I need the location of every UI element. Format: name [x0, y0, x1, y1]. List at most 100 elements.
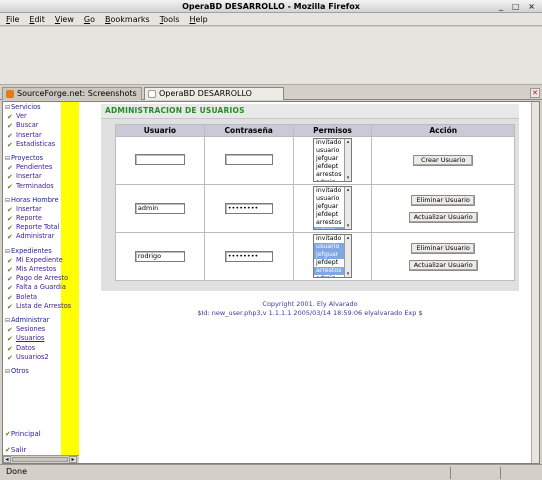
table-cell: invitadousuariojefguarjefdeptarrestosadm… [293, 137, 372, 184]
sidebar-group-5[interactable]: ⊟Otros [5, 367, 61, 376]
scroll-left-icon[interactable]: ◂ [3, 456, 11, 463]
column-header-usuario: Usuario [116, 125, 204, 136]
sidebar-item[interactable]: ✔ Ver [5, 112, 61, 121]
page-content: ⊟Servicios ✔ Ver ✔ Buscar ✔ Insertar ✔ Estadísti… [2, 101, 540, 464]
sidebar-item[interactable]: ✔ Boleta [5, 293, 61, 302]
sidebar-item[interactable]: ✔ Administrar [5, 232, 61, 241]
sidebar-group-0[interactable]: ⊟Servicios [5, 103, 61, 112]
password-input[interactable]: •••••••• [224, 203, 273, 214]
sidebar-link-principal[interactable]: ✔Principal [5, 430, 41, 438]
eliminar-usuario-button[interactable]: Eliminar Usuario [411, 242, 475, 254]
sidebar-group-title: Expedientes [11, 246, 52, 255]
actualizar-usuario-button[interactable]: Actualizar Usuario [408, 259, 478, 271]
check-icon: ✔ [7, 122, 13, 131]
sidebar-item-label: Usuarios [16, 334, 45, 343]
sidebar-item[interactable]: ✔ Lista de Arrestos [5, 302, 71, 311]
sidebar-item-label: Mi Expediente [16, 255, 63, 264]
copyright-text: Copyright 2001. Ely Alvarado [262, 300, 358, 308]
check-icon: ✔ [7, 215, 13, 224]
check-icon: ✔ [7, 284, 13, 293]
menu-view[interactable]: View [55, 13, 74, 26]
sidebar-group-2[interactable]: ⊟Horas Hombre [5, 196, 61, 205]
toolbar-area [0, 27, 542, 85]
tab-operabd[interactable]: OperaBD DESARROLLO [144, 87, 284, 100]
permisos-listbox[interactable]: invitadousuariojefguarjefdeptarrestosadm… [312, 233, 352, 278]
sidebar-item[interactable]: ✔ Usuarios2 [5, 353, 61, 362]
sidebar-item[interactable]: ✔ Falta a Guardia [5, 283, 66, 293]
sidebar-frame: ⊟Servicios ✔ Ver ✔ Buscar ✔ Insertar ✔ Estadísti… [3, 102, 79, 455]
scroll-up-icon[interactable]: ▴ [345, 187, 351, 193]
eliminar-usuario-button[interactable]: Eliminar Usuario [411, 194, 475, 206]
listbox-scrollbar[interactable]: ▴ ▾ [343, 234, 351, 277]
sidebar-item[interactable]: ✔ Sesiones [5, 325, 61, 334]
sidebar-item[interactable]: ✔ Usuarios [5, 334, 61, 343]
usuario-input[interactable] [134, 154, 185, 165]
check-icon: ✔ [7, 173, 13, 182]
check-icon: ✔ [7, 302, 13, 311]
table-row: invitadousuariojefguarjefdeptarrestosadm… [116, 137, 514, 184]
window-controls[interactable]: _ □ × [499, 1, 538, 12]
password-input[interactable]: •••••••• [224, 251, 273, 262]
menu-bar: File Edit View Go Bookmarks Tools Help [0, 13, 542, 26]
sidebar-item[interactable]: ✔ Mi Expediente [5, 255, 63, 265]
sidebar-item-label: Lista de Arrestos [16, 301, 72, 310]
sidebar-item[interactable]: ✔ Buscar [5, 121, 61, 130]
menu-tools[interactable]: Tools [160, 13, 180, 26]
menu-edit[interactable]: Edit [29, 13, 45, 26]
sidebar-item[interactable]: ✔ Pago de Arresto [5, 274, 68, 283]
sidebar-group-title: Administrar [11, 315, 50, 324]
scroll-down-icon[interactable]: ▾ [345, 223, 351, 229]
tab-bar: SourceForge.net: Screenshots OperaBD DES… [0, 86, 542, 100]
scroll-up-icon[interactable]: ▴ [345, 139, 351, 145]
sidebar-item[interactable]: ✔ Pendientes [5, 163, 61, 172]
sidebar-item[interactable]: ✔ Insertar [5, 205, 61, 214]
sidebar-item[interactable]: ✔ Reporte Total [5, 223, 61, 232]
sidebar-item[interactable]: ✔ Insertar [5, 172, 61, 181]
tab-sourceforge[interactable]: SourceForge.net: Screenshots [2, 87, 142, 100]
window-title: OperaBD DESARROLLO - Mozilla Firefox [182, 2, 360, 11]
close-tab-icon[interactable]: ✕ [530, 88, 540, 98]
sidebar-item-label: Falta a Guardia [16, 283, 66, 292]
sidebar-item-label: Insertar [16, 130, 42, 139]
sidebar-item[interactable]: ✔ Insertar [5, 131, 61, 140]
scroll-down-icon[interactable]: ▾ [345, 271, 351, 277]
title-bar: OperaBD DESARROLLO - Mozilla Firefox _ □… [0, 0, 542, 13]
check-icon: ✔ [7, 205, 13, 214]
usuario-input[interactable]: rodrigo [134, 251, 185, 262]
sidebar-item[interactable]: ✔ Mis Arrestos [5, 265, 61, 274]
scroll-right-icon[interactable]: ▸ [69, 456, 77, 463]
sidebar-item-label: Sesiones [16, 325, 46, 334]
sidebar-item-label: Terminados [16, 181, 54, 190]
permisos-listbox[interactable]: invitadousuariojefguarjefdeptarrestosadm… [312, 137, 352, 182]
permisos-listbox[interactable]: invitadousuariojefguarjefdeptarrestosadm… [312, 185, 352, 230]
sidebar-group-1[interactable]: ⊟Proyectos [5, 154, 61, 163]
page-vertical-scrollbar[interactable] [531, 102, 539, 463]
listbox-scrollbar[interactable]: ▴ ▾ [343, 186, 351, 229]
crear-usuario-button[interactable]: Crear Usuario [413, 155, 474, 166]
sidebar-item[interactable]: ✔ Datos [5, 344, 61, 353]
password-input[interactable] [224, 154, 273, 165]
menu-help[interactable]: Help [189, 13, 207, 26]
scroll-down-icon[interactable]: ▾ [345, 175, 351, 181]
sidebar-group-3[interactable]: ⊟Expedientes [5, 247, 61, 256]
sidebar-horizontal-scrollbar[interactable]: ◂ ▸ [3, 455, 79, 463]
usuario-input[interactable]: admin [134, 203, 185, 214]
check-icon: ✔ [7, 131, 13, 140]
listbox-scrollbar[interactable]: ▴ ▾ [343, 138, 351, 181]
scroll-up-icon[interactable]: ▴ [345, 235, 351, 241]
table-row: rodrigo •••••••• invitado usuario jefguar jef… [116, 233, 514, 280]
sidebar-item[interactable]: ✔ Estadísticas [5, 140, 61, 149]
sidebar-group-4[interactable]: ⊟Administrar [5, 316, 61, 325]
sidebar-link-salir[interactable]: ✔Salir [5, 446, 26, 454]
menu-file[interactable]: File [6, 13, 19, 26]
actualizar-usuario-button[interactable]: Actualizar Usuario [408, 211, 478, 223]
table-cell [204, 137, 293, 184]
menu-bookmarks[interactable]: Bookmarks [105, 13, 150, 26]
menu-go[interactable]: Go [84, 13, 95, 26]
page-header: ADMINISTRACION DE USUARIOS [101, 104, 519, 119]
scroll-thumb[interactable] [12, 457, 68, 462]
check-icon: ✔ [7, 266, 13, 274]
column-header-accion: Acción [372, 125, 514, 136]
sidebar-item[interactable]: ✔ Reporte [5, 214, 61, 223]
sidebar-item[interactable]: ✔ Terminados [5, 182, 61, 191]
